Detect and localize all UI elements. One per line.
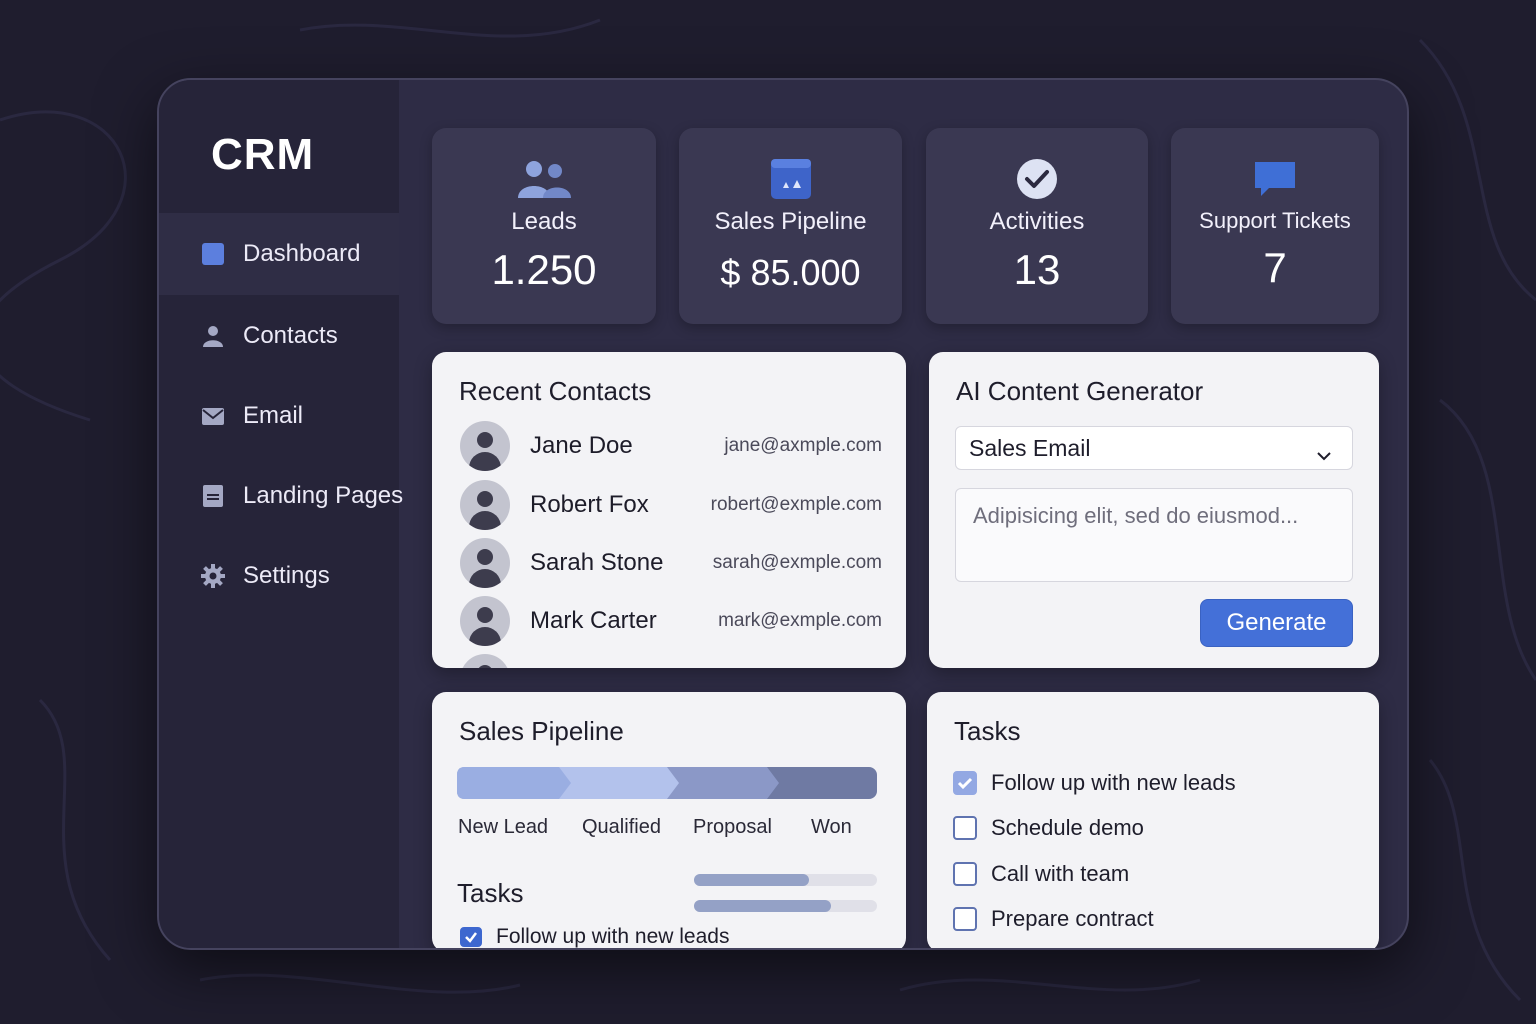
task-label: Follow up with new leads xyxy=(496,925,730,948)
chevron-down-icon xyxy=(1316,441,1332,468)
contact-name: Sarah Stone xyxy=(530,549,664,576)
contact-row[interactable]: Sarah Stone sarah@exmple.com xyxy=(460,537,882,589)
sidebar-item-dashboard[interactable]: Dashboard xyxy=(159,213,399,295)
content-type-select[interactable]: Sales Email xyxy=(955,426,1353,470)
mail-icon xyxy=(201,404,225,428)
gear-icon xyxy=(201,564,225,588)
task-label: Schedule demo xyxy=(991,815,1144,840)
task-label: Prepare contract xyxy=(991,906,1154,931)
app-window: CRM Dashboard Contacts Email Landing Pag… xyxy=(157,78,1409,950)
stat-value: 13 xyxy=(1013,246,1061,293)
calendar-icon xyxy=(770,158,812,200)
checkbox-checked[interactable] xyxy=(953,771,977,795)
select-value: Sales Email xyxy=(969,434,1091,461)
avatar xyxy=(460,538,510,588)
generate-button[interactable]: Generate xyxy=(1200,599,1353,647)
contact-email: jane@axmple.com xyxy=(724,435,882,456)
checkbox[interactable] xyxy=(953,862,977,886)
contact-name: Mark Carter xyxy=(530,607,657,634)
avatar xyxy=(460,654,510,668)
contact-row[interactable]: Mark Carter mark@exmple.com xyxy=(460,595,882,647)
stage-label: Won xyxy=(811,816,852,838)
stage-label: Qualified xyxy=(582,816,661,838)
prompt-textarea[interactable]: Adipisicing elit, sed do eiusmod... xyxy=(955,488,1353,582)
stat-label: Support Tickets xyxy=(1199,208,1351,233)
sidebar-item-settings[interactable]: Settings xyxy=(159,535,399,617)
task-item[interactable]: Call with team xyxy=(953,859,1129,889)
checkbox[interactable] xyxy=(953,816,977,840)
users-icon xyxy=(515,158,573,200)
stat-label: Sales Pipeline xyxy=(714,208,867,235)
ai-content-generator-panel: AI Content Generator Sales Email Adipisi… xyxy=(929,352,1379,668)
user-icon xyxy=(201,324,225,348)
avatar xyxy=(460,596,510,646)
stat-card-sales-pipeline[interactable]: Sales Pipeline $ 85.000 xyxy=(679,128,902,324)
stage-label: New Lead xyxy=(458,816,549,838)
sidebar-item-contacts[interactable]: Contacts xyxy=(159,295,399,377)
task-item[interactable]: Follow up with new leads xyxy=(460,922,730,948)
chat-icon xyxy=(1253,158,1297,200)
tasks-subtitle: Tasks xyxy=(457,878,524,908)
task-label: Follow up with new leads xyxy=(991,770,1236,795)
task-item[interactable]: Follow up with new leads xyxy=(953,768,1236,798)
stat-card-activities[interactable]: Activities 13 xyxy=(926,128,1148,324)
app-logo: CRM xyxy=(211,130,315,179)
sidebar-item-label: Email xyxy=(243,402,304,429)
sidebar-item-email[interactable]: Email xyxy=(159,375,399,457)
contact-email: sarah@exmple.com xyxy=(712,552,882,573)
stat-value: $ 85.000 xyxy=(720,252,861,293)
contact-row[interactable]: Robert Fox robert@exmple.com xyxy=(460,479,882,531)
checkbox[interactable] xyxy=(953,907,977,931)
panel-title: Sales Pipeline xyxy=(459,716,624,746)
panel-title: AI Content Generator xyxy=(956,376,1204,406)
checkbox-checked[interactable] xyxy=(460,927,482,947)
task-label: Call with team xyxy=(991,861,1130,886)
page-icon xyxy=(201,484,225,508)
sidebar-item-label: Dashboard xyxy=(243,240,361,267)
check-circle-icon xyxy=(1016,158,1058,200)
recent-contacts-panel: Recent Contacts Jane Doe jane@axmple.com… xyxy=(432,352,906,668)
sidebar: CRM Dashboard Contacts Email Landing Pag… xyxy=(159,80,403,948)
panel-title: Recent Contacts xyxy=(459,376,652,406)
stat-card-leads[interactable]: Leads 1.250 xyxy=(432,128,656,324)
sidebar-item-label: Contacts xyxy=(243,322,338,349)
square-icon xyxy=(201,242,225,266)
task-progress-bar xyxy=(694,874,877,886)
sidebar-item-label: Settings xyxy=(243,562,330,589)
contact-email: mark@exmple.com xyxy=(718,610,882,631)
tasks-panel: Tasks Follow up with new leads Schedule … xyxy=(927,692,1379,948)
avatar xyxy=(460,480,510,530)
stat-label: Leads xyxy=(511,208,577,235)
contact-name: Robert Fox xyxy=(530,491,649,518)
sales-pipeline-panel: Sales Pipeline New Lead Qualified Propos… xyxy=(432,692,906,948)
stage-label: Proposal xyxy=(693,816,772,838)
task-progress-bar xyxy=(694,900,877,912)
contact-email: robert@exmple.com xyxy=(710,494,882,515)
stat-value: 7 xyxy=(1263,244,1287,291)
contact-row[interactable]: Jane Doe jane@axmple.com xyxy=(460,420,882,472)
stat-card-support-tickets[interactable]: Support Tickets 7 xyxy=(1171,128,1379,324)
sidebar-item-label: Landing Pages xyxy=(243,482,404,509)
contact-name: Jane Doe xyxy=(530,432,633,459)
stat-value: 1.250 xyxy=(491,246,597,293)
task-item[interactable]: Prepare contract xyxy=(953,904,1154,934)
pipeline-progress-bar xyxy=(457,767,877,799)
task-item[interactable]: Schedule demo xyxy=(953,813,1144,843)
panel-title: Tasks xyxy=(954,716,1021,746)
stat-label: Activities xyxy=(989,208,1085,235)
avatar xyxy=(460,421,510,471)
sidebar-item-landing-pages[interactable]: Landing Pages xyxy=(159,455,403,537)
